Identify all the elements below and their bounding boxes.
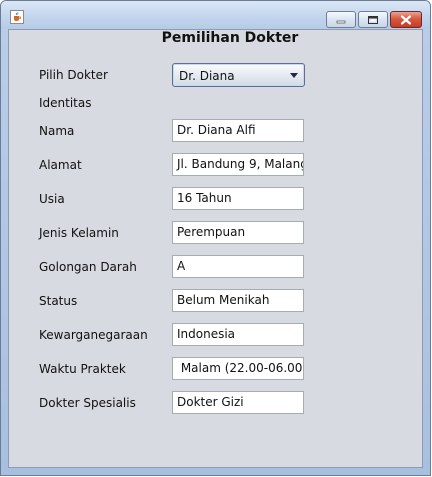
dokter-select-value: Dr. Diana: [179, 69, 235, 83]
usia-field[interactable]: 16 Tahun: [172, 187, 304, 210]
close-button[interactable]: [390, 11, 422, 28]
identitas-label: Identitas: [39, 96, 92, 110]
minimize-icon: [336, 20, 346, 23]
kewarganegaraan-label: Kewarganegaraan: [39, 328, 148, 342]
jenis-kelamin-label: Jenis Kelamin: [39, 226, 119, 240]
kewarganegaraan-field[interactable]: Indonesia: [172, 323, 304, 346]
chevron-down-icon[interactable]: [287, 67, 301, 83]
nama-label: Nama: [39, 124, 75, 138]
title-bar[interactable]: [1, 1, 430, 29]
close-icon: [401, 15, 411, 24]
waktu-praktek-label: Waktu Praktek: [39, 362, 126, 376]
form-title: Pemilihan Dokter: [161, 30, 299, 46]
minimize-button[interactable]: [326, 11, 356, 28]
java-cup-icon[interactable]: [10, 10, 24, 24]
usia-label: Usia: [39, 192, 65, 206]
pilih-dokter-label: Pilih Dokter: [39, 68, 108, 82]
status-label: Status: [39, 294, 78, 308]
jenis-kelamin-field[interactable]: Perempuan: [172, 221, 304, 244]
dokter-select[interactable]: Dr. Diana: [172, 63, 305, 87]
maximize-button[interactable]: [358, 11, 388, 28]
alamat-field[interactable]: Jl. Bandung 9, Malang: [172, 153, 304, 176]
maximize-icon: [368, 15, 378, 24]
status-field[interactable]: Belum Menikah: [172, 289, 304, 312]
alamat-label: Alamat: [39, 158, 82, 172]
nama-field[interactable]: Dr. Diana Alfi: [172, 119, 304, 142]
golongan-darah-label: Golongan Darah: [39, 260, 137, 274]
dokter-spesialis-label: Dokter Spesialis: [39, 396, 136, 410]
waktu-praktek-field[interactable]: Malam (22.00-06.00): [172, 357, 304, 380]
dokter-spesialis-field[interactable]: Dokter Gizi: [172, 391, 304, 414]
golongan-darah-field[interactable]: A: [172, 255, 304, 278]
